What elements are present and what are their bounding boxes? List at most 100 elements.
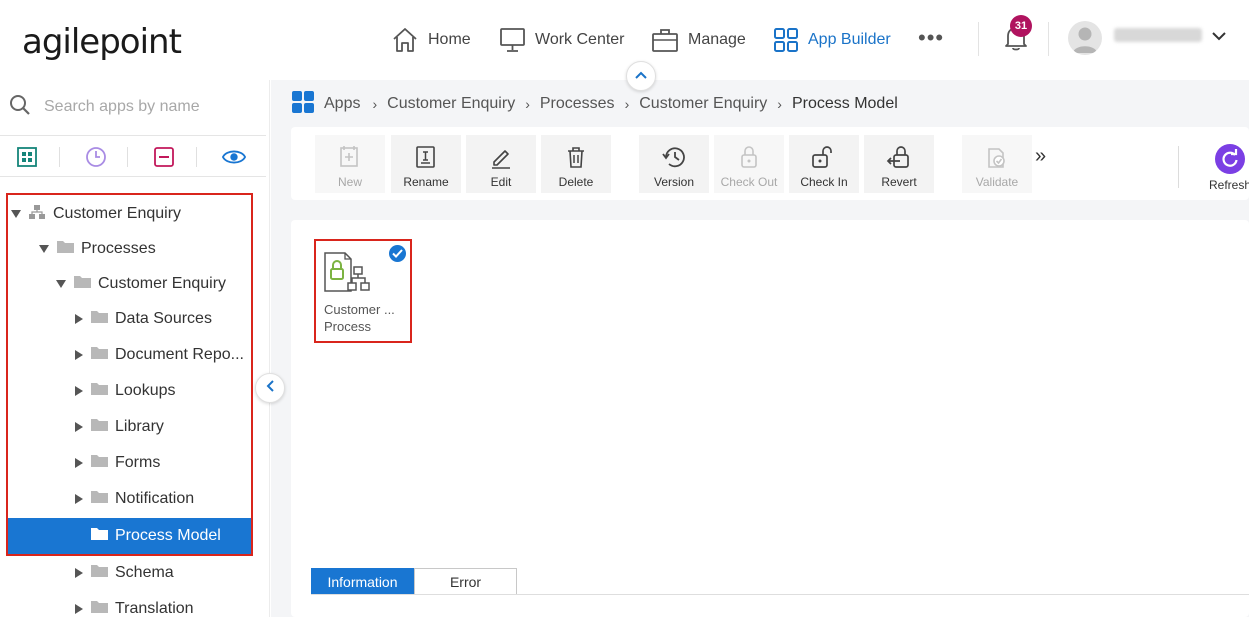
delete-button[interactable]: Delete [541, 135, 611, 193]
tree-item-lookups[interactable]: Lookups [0, 373, 266, 409]
toolbar: New Rename Edit Delete Version Check Out [291, 127, 1249, 200]
folder-icon [91, 527, 108, 545]
toolbar-divider [1178, 146, 1179, 188]
folder-icon [91, 346, 108, 364]
caret-right-icon[interactable] [73, 385, 85, 397]
tree-item-label: Document Repo... [115, 346, 244, 363]
caret-right-icon[interactable] [73, 493, 85, 505]
edit-label: Edit [490, 175, 512, 189]
folder-icon [57, 240, 74, 258]
search-icon [8, 93, 32, 122]
tree-item-process-model[interactable]: Process Model [8, 518, 251, 554]
tree-item-processes[interactable]: Processes [0, 231, 266, 267]
folder-icon [91, 382, 108, 400]
tree-item-forms[interactable]: Forms [0, 445, 266, 481]
toolbar-more-button[interactable]: » [1035, 145, 1046, 168]
pencil-icon [489, 144, 513, 170]
validate-button[interactable]: Validate [962, 135, 1032, 193]
folder-icon [91, 564, 108, 582]
version-button[interactable]: Version [639, 135, 709, 193]
refresh-button[interactable]: Refresh [1198, 135, 1249, 193]
app-grid-icon [291, 90, 315, 119]
new-doc-icon [339, 144, 361, 170]
home-icon [391, 27, 419, 53]
app-root: agilepoint Home Work Center Manage App B… [0, 0, 1249, 617]
user-name-redacted [1114, 28, 1202, 42]
process-model-icon [323, 251, 373, 298]
breadcrumb-item[interactable]: Processes [540, 95, 615, 113]
unlock-icon [811, 144, 837, 170]
trash-icon [565, 144, 587, 170]
collapse-header-button[interactable] [626, 61, 656, 91]
avatar[interactable] [1068, 21, 1102, 55]
left-sidebar: Customer Enquiry Processes Customer Enqu… [0, 80, 270, 617]
top-header: agilepoint Home Work Center Manage App B… [0, 0, 1249, 80]
tree-item-notification[interactable]: Notification [0, 481, 266, 517]
caret-down-icon[interactable] [38, 243, 50, 255]
agilepoint-logo[interactable]: agilepoint [22, 22, 182, 62]
breadcrumb-apps[interactable]: Apps [291, 90, 360, 119]
clock-icon[interactable] [84, 145, 108, 169]
tab-error[interactable]: Error [414, 568, 517, 595]
tab-information[interactable]: Information [311, 568, 414, 595]
nav-work-center[interactable]: Work Center [499, 24, 625, 56]
revert-button[interactable]: Revert [864, 135, 934, 193]
more-menu-button[interactable]: ••• [918, 27, 944, 49]
all-apps-icon[interactable] [15, 145, 39, 169]
nav-home[interactable]: Home [391, 24, 471, 56]
tabs-divider [311, 594, 1249, 595]
revert-label: Revert [881, 175, 917, 189]
process-model-card[interactable]: Customer ... Process [314, 239, 412, 343]
tree-item-label: Lookups [115, 382, 176, 399]
edit-button[interactable]: Edit [466, 135, 536, 193]
tree-item-label: Notification [115, 490, 195, 507]
collapse-sidebar-button[interactable] [255, 373, 285, 403]
caret-down-icon[interactable] [55, 278, 67, 290]
tree-item-data-sources[interactable]: Data Sources [0, 301, 266, 337]
folder-icon [91, 310, 108, 328]
minus-square-icon[interactable] [152, 145, 176, 169]
app-search [0, 80, 266, 136]
sitemap-icon [29, 204, 45, 224]
new-button[interactable]: New [315, 135, 385, 193]
tree-item-customer-enquiry-app[interactable]: Customer Enquiry [0, 196, 266, 232]
check-in-button[interactable]: Check In [789, 135, 859, 193]
notification-badge: 31 [1010, 15, 1032, 37]
breadcrumb-separator: › [777, 96, 782, 112]
filter-divider [127, 147, 128, 167]
caret-right-icon[interactable] [73, 421, 85, 433]
chevron-up-icon [634, 67, 648, 85]
caret-right-icon[interactable] [73, 313, 85, 325]
folder-icon [91, 418, 108, 436]
breadcrumb-item[interactable]: Customer Enquiry [387, 95, 515, 113]
tree-item-label: Schema [115, 564, 174, 581]
tree-item-customer-enquiry-process[interactable]: Customer Enquiry [0, 266, 266, 302]
tree-item-library[interactable]: Library [0, 409, 266, 445]
nav-app-builder[interactable]: App Builder [773, 24, 891, 56]
caret-right-icon[interactable] [73, 349, 85, 361]
chevron-left-icon [265, 379, 275, 398]
chevron-down-icon[interactable] [1211, 29, 1227, 47]
tree-item-document-repo[interactable]: Document Repo... [0, 337, 266, 373]
tree-item-schema[interactable]: Schema [0, 555, 266, 591]
check-out-button[interactable]: Check Out [714, 135, 784, 193]
tree-item-translation[interactable]: Translation [0, 591, 266, 617]
nav-manage[interactable]: Manage [651, 24, 746, 56]
caret-down-icon[interactable] [10, 208, 22, 220]
search-input[interactable] [44, 94, 254, 120]
breadcrumb-item[interactable]: Customer Enquiry [639, 95, 767, 113]
rename-button[interactable]: Rename [391, 135, 461, 193]
folder-icon [91, 490, 108, 508]
monitor-icon [499, 27, 526, 53]
breadcrumb: Apps › Customer Enquiry › Processes › Cu… [291, 90, 898, 119]
tree-item-label: Forms [115, 454, 161, 471]
main-area: Apps › Customer Enquiry › Processes › Cu… [271, 80, 1249, 617]
tree-item-label: Customer Enquiry [98, 275, 227, 292]
caret-right-icon[interactable] [73, 567, 85, 579]
eye-icon[interactable] [222, 145, 246, 169]
check-in-label: Check In [800, 175, 848, 189]
caret-right-icon[interactable] [73, 457, 85, 469]
caret-right-icon[interactable] [73, 603, 85, 615]
new-label: New [337, 175, 362, 189]
version-label: Version [653, 175, 695, 189]
